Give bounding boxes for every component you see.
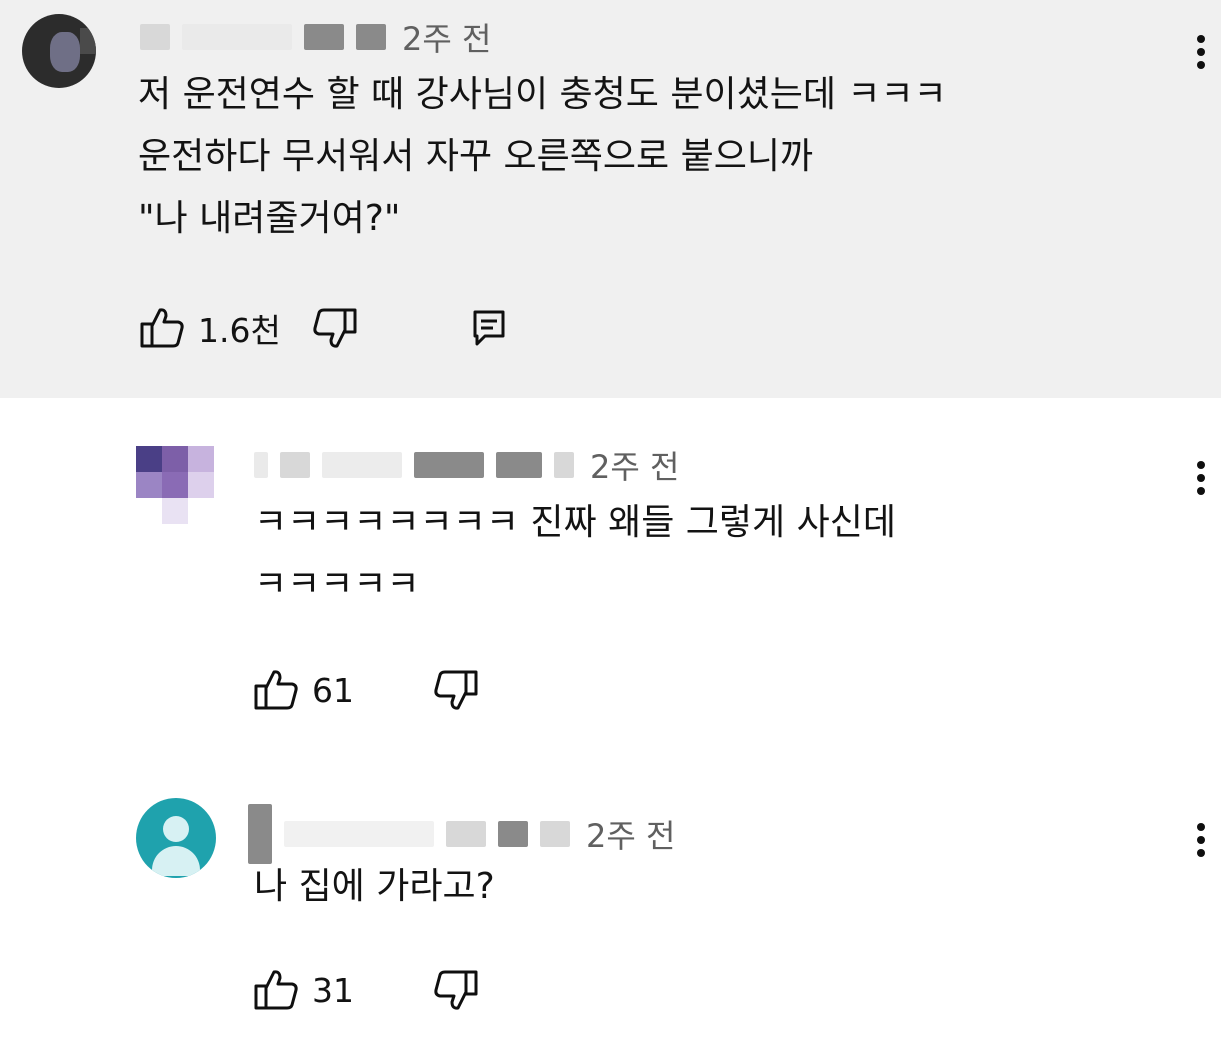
thumbs-down-icon[interactable] [311,306,359,350]
comment-actions: 1.6천 [138,304,507,352]
comment-meta: 2주 전 [248,804,675,864]
like-count: 31 [312,970,354,1010]
avatar-pixel [162,472,188,498]
avatar-pixel [136,446,162,472]
avatar-pixel [162,498,188,524]
comment-meta: 2주 전 [254,442,679,488]
comment-actions: 61 [252,668,480,712]
avatar-pixel [136,472,162,498]
default-avatar-icon[interactable] [136,798,216,878]
thumbs-down-icon[interactable] [432,668,480,712]
comment-text: 저 운전연수 할 때 강사님이 충청도 분이셨는데 ㅋㅋㅋ 운전하다 무서워서 … [138,74,947,239]
avatar[interactable] [136,446,218,528]
username-redacted[interactable] [248,804,272,864]
username-redacted [554,452,574,478]
thumbs-up-icon[interactable] [252,668,300,712]
username-redacted [280,452,310,478]
username-redacted [496,452,542,478]
like-count: 61 [312,670,354,710]
comment-text: 나 집에 가라고? [254,866,495,907]
comment-timestamp[interactable]: 2주 전 [586,811,675,857]
more-options-icon[interactable] [1197,30,1207,74]
username-redacted [322,452,402,478]
comment-timestamp[interactable]: 2주 전 [402,14,491,60]
username-redacted [284,821,434,847]
thumbs-down-icon[interactable] [432,968,480,1012]
thumbs-up-icon[interactable] [138,306,186,350]
comment-reply: 2주 전 ㅋㅋㅋㅋㅋㅋㅋㅋ 진짜 왜들 그렇게 사신데 ㅋㅋㅋㅋㅋ 61 [0,398,1221,758]
avatar-pixel [188,472,214,498]
comment-meta: 2주 전 [140,14,491,60]
avatar[interactable] [22,14,96,88]
username-redacted [540,821,570,847]
comment-thread-top: 2주 전 저 운전연수 할 때 강사님이 충청도 분이셨는데 ㅋㅋㅋ 운전하다 … [0,0,1221,398]
comment-reply: 2주 전 나 집에 가라고? 31 [0,758,1221,1062]
more-options-icon[interactable] [1197,456,1207,500]
username-redacted [304,24,344,50]
username-redacted [446,821,486,847]
avatar-head [163,816,189,842]
username-redacted [356,24,386,50]
comment-timestamp[interactable]: 2주 전 [590,442,679,488]
avatar-blur [80,28,96,54]
more-options-icon[interactable] [1197,818,1207,862]
reply-icon[interactable] [471,308,507,348]
username-redacted [498,821,528,847]
avatar-pixel [188,446,214,472]
username-redacted[interactable] [254,452,268,478]
comment-actions: 31 [252,968,480,1012]
avatar-body [152,846,200,876]
username-redacted [182,24,292,50]
comment-text: ㅋㅋㅋㅋㅋㅋㅋㅋ 진짜 왜들 그렇게 사신데 ㅋㅋㅋㅋㅋ [254,502,896,605]
avatar-pixel [162,446,188,472]
thumbs-up-icon[interactable] [252,968,300,1012]
username-redacted[interactable] [140,24,170,50]
like-count: 1.6천 [198,311,281,350]
avatar-face [50,32,80,72]
username-redacted [414,452,484,478]
